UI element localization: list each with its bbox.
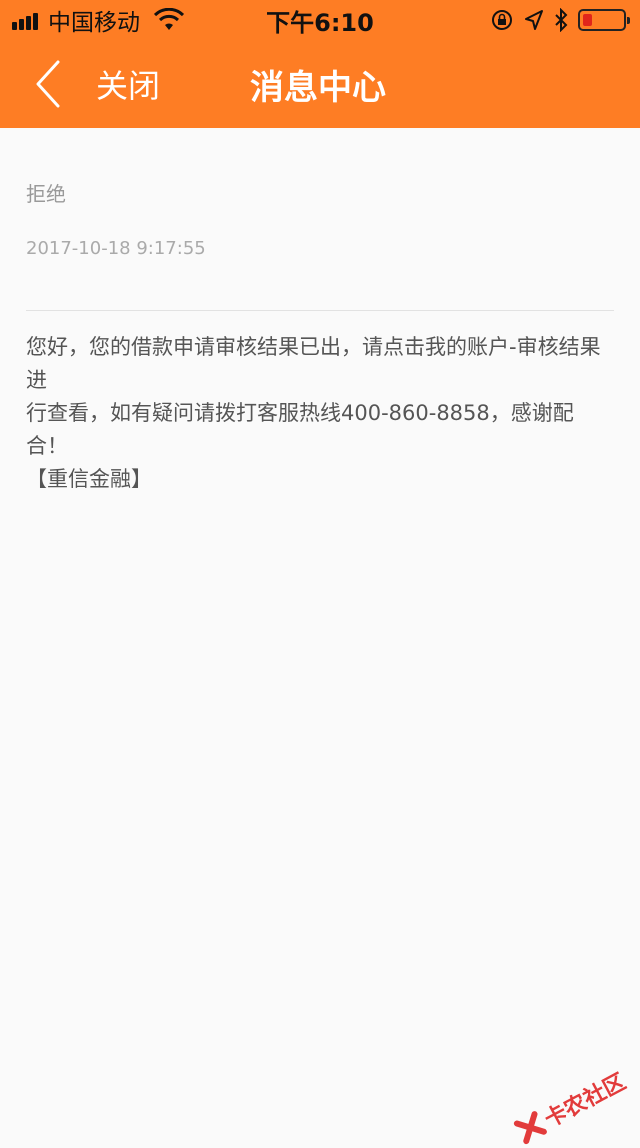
header: 中国移动 下午6:10 — [0, 0, 640, 128]
divider — [26, 310, 614, 311]
message-body-line: 您好，您的借款申请审核结果已出，请点击我的账户-审核结果进 — [26, 331, 614, 397]
message-body: 您好，您的借款申请审核结果已出，请点击我的账户-审核结果进 行查看，如有疑问请拨… — [26, 331, 614, 496]
bluetooth-icon — [554, 8, 568, 32]
back-button[interactable] — [28, 58, 68, 110]
chevron-left-icon — [34, 60, 62, 108]
close-button[interactable]: 关闭 — [96, 40, 160, 128]
nav-bar: 关闭 消息中心 — [0, 40, 640, 128]
orientation-lock-icon — [490, 8, 514, 32]
battery-level — [583, 14, 592, 26]
message-body-line: 【重信金融】 — [26, 463, 614, 496]
message-body-line: 行查看，如有疑问请拨打客服热线400-860-8858，感谢配合！ — [26, 397, 614, 463]
message-timestamp: 2017-10-18 9:17:55 — [26, 238, 206, 259]
message-title: 拒绝 — [26, 178, 66, 207]
status-bar: 中国移动 下午6:10 — [0, 0, 640, 40]
watermark: 卡农社区 — [511, 1064, 630, 1148]
watermark-text: 卡农社区 — [538, 1064, 631, 1134]
location-icon — [524, 9, 544, 31]
status-right — [480, 0, 626, 40]
battery-icon — [578, 9, 626, 31]
page-title: 消息中心 — [250, 40, 386, 128]
